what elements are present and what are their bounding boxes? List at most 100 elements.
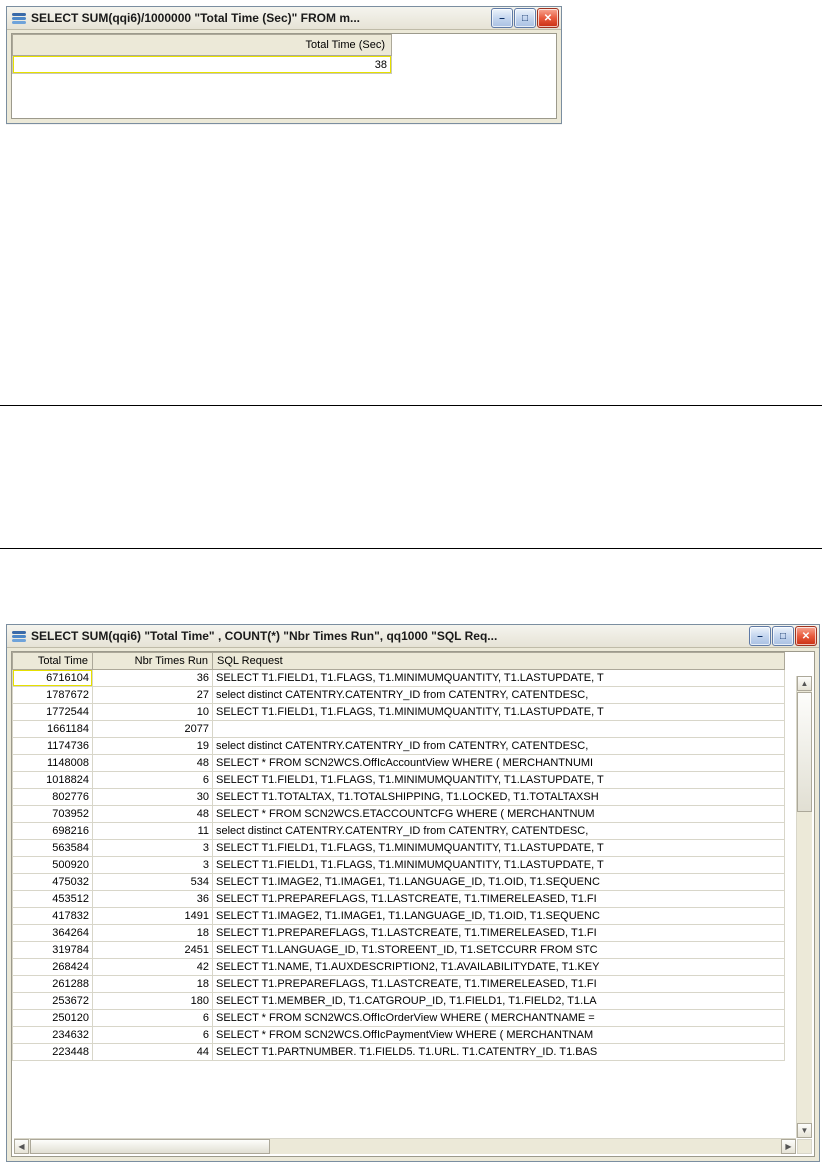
table-row[interactable]: 38: [13, 56, 392, 74]
cell-nbr-times-run[interactable]: 6: [93, 1010, 213, 1027]
table-row[interactable]: 22344844SELECT T1.PARTNUMBER. T1.FIELD5.…: [13, 1044, 785, 1061]
query-result-window-total-time[interactable]: SELECT SUM(qqi6)/1000000 "Total Time (Se…: [6, 6, 562, 124]
cell-nbr-times-run[interactable]: 2077: [93, 721, 213, 738]
cell-nbr-times-run[interactable]: 36: [93, 891, 213, 908]
scroll-up-button[interactable]: ▲: [797, 676, 812, 691]
cell-total-time[interactable]: 1148008: [13, 755, 93, 772]
cell-total-time[interactable]: 268424: [13, 959, 93, 976]
cell-nbr-times-run[interactable]: 30: [93, 789, 213, 806]
cell-total-time[interactable]: 563584: [13, 840, 93, 857]
cell-sql-request[interactable]: SELECT T1.PREPAREFLAGS, T1.LASTCREATE, T…: [213, 976, 785, 993]
titlebar[interactable]: SELECT SUM(qqi6) "Total Time" , COUNT(*)…: [7, 625, 819, 648]
cell-nbr-times-run[interactable]: 6: [93, 772, 213, 789]
scroll-thumb[interactable]: [797, 692, 812, 812]
table-row[interactable]: 114800848SELECT * FROM SCN2WCS.OffIcAcco…: [13, 755, 785, 772]
horizontal-scrollbar[interactable]: ◀ ▶: [14, 1138, 796, 1154]
table-row[interactable]: 5009203SELECT T1.FIELD1, T1.FLAGS, T1.MI…: [13, 857, 785, 874]
col-header-sql-request[interactable]: SQL Request: [213, 653, 785, 670]
cell-nbr-times-run[interactable]: 3: [93, 840, 213, 857]
cell-total-time[interactable]: 319784: [13, 942, 93, 959]
cell-nbr-times-run[interactable]: 1491: [93, 908, 213, 925]
cell-total-time[interactable]: 453512: [13, 891, 93, 908]
cell-total-time[interactable]: 6716104: [13, 670, 93, 687]
cell-sql-request[interactable]: SELECT * FROM SCN2WCS.OffIcOrderView WHE…: [213, 1010, 785, 1027]
cell-sql-request[interactable]: SELECT T1.PARTNUMBER. T1.FIELD5. T1.URL.…: [213, 1044, 785, 1061]
grid-scroll-area[interactable]: Total Time Nbr Times Run SQL Request 671…: [12, 652, 814, 1156]
result-grid[interactable]: Total Time Nbr Times Run SQL Request 671…: [12, 652, 785, 1061]
table-row[interactable]: 80277630SELECT T1.TOTALTAX, T1.TOTALSHIP…: [13, 789, 785, 806]
cell-total-time[interactable]: 1772544: [13, 704, 93, 721]
cell-sql-request[interactable]: SELECT T1.IMAGE2, T1.IMAGE1, T1.LANGUAGE…: [213, 908, 785, 925]
minimize-button[interactable]: –: [749, 626, 771, 646]
scroll-right-button[interactable]: ▶: [781, 1139, 796, 1154]
table-row[interactable]: 26842442SELECT T1.NAME, T1.AUXDESCRIPTIO…: [13, 959, 785, 976]
cell-total-time[interactable]: 364264: [13, 925, 93, 942]
cell-total-time[interactable]: 223448: [13, 1044, 93, 1061]
cell-nbr-times-run[interactable]: 11: [93, 823, 213, 840]
table-row[interactable]: 16611842077: [13, 721, 785, 738]
cell-nbr-times-run[interactable]: 48: [93, 755, 213, 772]
table-row[interactable]: 4178321491SELECT T1.IMAGE2, T1.IMAGE1, T…: [13, 908, 785, 925]
cell-nbr-times-run[interactable]: 18: [93, 976, 213, 993]
table-row[interactable]: 70395248SELECT * FROM SCN2WCS.ETACCOUNTC…: [13, 806, 785, 823]
col-header-total-time[interactable]: Total Time: [13, 653, 93, 670]
table-row[interactable]: 475032534SELECT T1.IMAGE2, T1.IMAGE1, T1…: [13, 874, 785, 891]
close-button[interactable]: ✕: [537, 8, 559, 28]
cell-sql-request[interactable]: SELECT * FROM SCN2WCS.OffIcAccountView W…: [213, 755, 785, 772]
cell-total-time[interactable]: 802776: [13, 789, 93, 806]
cell-nbr-times-run[interactable]: 19: [93, 738, 213, 755]
cell-sql-request[interactable]: select distinct CATENTRY.CATENTRY_ID fro…: [213, 687, 785, 704]
col-header-nbr-times-run[interactable]: Nbr Times Run: [93, 653, 213, 670]
cell-total-time[interactable]: 475032: [13, 874, 93, 891]
cell-total-time[interactable]: 234632: [13, 1027, 93, 1044]
cell-total-time[interactable]: 1174736: [13, 738, 93, 755]
cell-total-time-sec[interactable]: 38: [13, 56, 392, 74]
close-button[interactable]: ✕: [795, 626, 817, 646]
cell-nbr-times-run[interactable]: 2451: [93, 942, 213, 959]
table-row[interactable]: 36426418SELECT T1.PREPAREFLAGS, T1.LASTC…: [13, 925, 785, 942]
cell-sql-request[interactable]: SELECT T1.FIELD1, T1.FLAGS, T1.MINIMUMQU…: [213, 772, 785, 789]
table-row[interactable]: 671610436SELECT T1.FIELD1, T1.FLAGS, T1.…: [13, 670, 785, 687]
cell-sql-request[interactable]: SELECT T1.FIELD1, T1.FLAGS, T1.MINIMUMQU…: [213, 670, 785, 687]
cell-total-time[interactable]: 261288: [13, 976, 93, 993]
cell-sql-request[interactable]: SELECT T1.FIELD1, T1.FLAGS, T1.MINIMUMQU…: [213, 704, 785, 721]
cell-total-time[interactable]: 698216: [13, 823, 93, 840]
cell-nbr-times-run[interactable]: 18: [93, 925, 213, 942]
table-row[interactable]: 253672180SELECT T1.MEMBER_ID, T1.CATGROU…: [13, 993, 785, 1010]
cell-sql-request[interactable]: SELECT * FROM SCN2WCS.OffIcPaymentView W…: [213, 1027, 785, 1044]
cell-sql-request[interactable]: SELECT T1.FIELD1, T1.FLAGS, T1.MINIMUMQU…: [213, 840, 785, 857]
cell-nbr-times-run[interactable]: 3: [93, 857, 213, 874]
cell-sql-request[interactable]: SELECT T1.PREPAREFLAGS, T1.LASTCREATE, T…: [213, 891, 785, 908]
cell-total-time[interactable]: 417832: [13, 908, 93, 925]
table-row[interactable]: 45351236SELECT T1.PREPAREFLAGS, T1.LASTC…: [13, 891, 785, 908]
cell-sql-request[interactable]: select distinct CATENTRY.CATENTRY_ID fro…: [213, 738, 785, 755]
table-row[interactable]: 3197842451SELECT T1.LANGUAGE_ID, T1.STOR…: [13, 942, 785, 959]
cell-nbr-times-run[interactable]: 10: [93, 704, 213, 721]
query-result-window-sql-requests[interactable]: SELECT SUM(qqi6) "Total Time" , COUNT(*)…: [6, 624, 820, 1162]
table-row[interactable]: 5635843SELECT T1.FIELD1, T1.FLAGS, T1.MI…: [13, 840, 785, 857]
cell-nbr-times-run[interactable]: 42: [93, 959, 213, 976]
cell-nbr-times-run[interactable]: 48: [93, 806, 213, 823]
table-row[interactable]: 178767227select distinct CATENTRY.CATENT…: [13, 687, 785, 704]
cell-total-time[interactable]: 250120: [13, 1010, 93, 1027]
cell-sql-request[interactable]: SELECT T1.LANGUAGE_ID, T1.STOREENT_ID, T…: [213, 942, 785, 959]
cell-total-time[interactable]: 703952: [13, 806, 93, 823]
cell-sql-request[interactable]: SELECT T1.TOTALTAX, T1.TOTALSHIPPING, T1…: [213, 789, 785, 806]
table-row[interactable]: 10188246SELECT T1.FIELD1, T1.FLAGS, T1.M…: [13, 772, 785, 789]
cell-nbr-times-run[interactable]: 44: [93, 1044, 213, 1061]
minimize-button[interactable]: –: [491, 8, 513, 28]
cell-nbr-times-run[interactable]: 36: [93, 670, 213, 687]
cell-sql-request[interactable]: [213, 721, 785, 738]
cell-sql-request[interactable]: SELECT * FROM SCN2WCS.ETACCOUNTCFG WHERE…: [213, 806, 785, 823]
cell-total-time[interactable]: 1018824: [13, 772, 93, 789]
table-row[interactable]: 177254410SELECT T1.FIELD1, T1.FLAGS, T1.…: [13, 704, 785, 721]
cell-nbr-times-run[interactable]: 6: [93, 1027, 213, 1044]
maximize-button[interactable]: □: [772, 626, 794, 646]
cell-nbr-times-run[interactable]: 27: [93, 687, 213, 704]
scroll-down-button[interactable]: ▼: [797, 1123, 812, 1138]
vertical-scrollbar[interactable]: ▲ ▼: [796, 676, 812, 1138]
cell-sql-request[interactable]: SELECT T1.FIELD1, T1.FLAGS, T1.MINIMUMQU…: [213, 857, 785, 874]
titlebar[interactable]: SELECT SUM(qqi6)/1000000 "Total Time (Se…: [7, 7, 561, 30]
table-row[interactable]: 69821611select distinct CATENTRY.CATENTR…: [13, 823, 785, 840]
cell-sql-request[interactable]: SELECT T1.MEMBER_ID, T1.CATGROUP_ID, T1.…: [213, 993, 785, 1010]
